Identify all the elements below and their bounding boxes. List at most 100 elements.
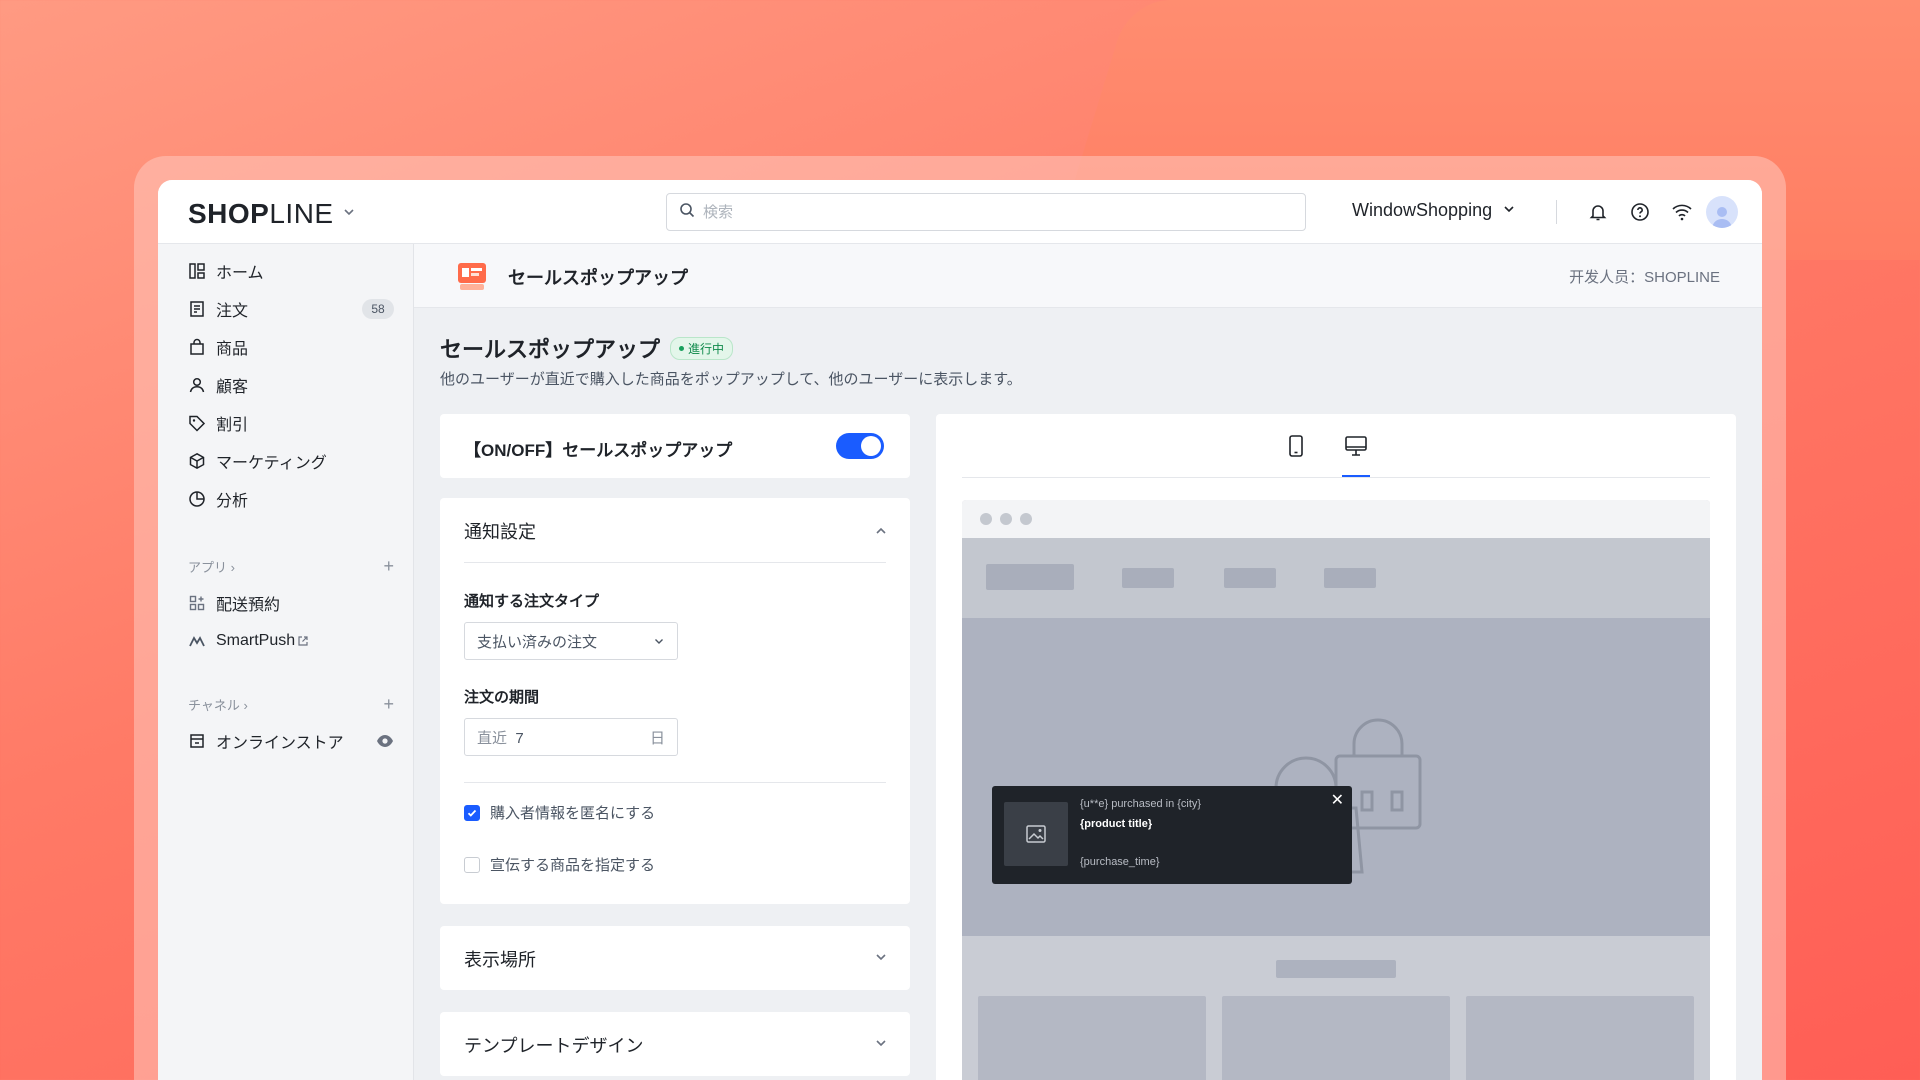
home-icon: [189, 263, 205, 279]
sidebar-item-online-store[interactable]: オンラインストア: [188, 726, 394, 756]
chevron-down-icon: [655, 639, 663, 644]
bell-icon[interactable]: [1586, 200, 1610, 224]
apps-header-link[interactable]: アプリ ›: [188, 557, 235, 576]
sidebar-item-delivery-reservation[interactable]: 配送預約: [188, 588, 394, 618]
search-input[interactable]: [703, 203, 1283, 221]
sidebar: ホーム 注文 58 商品 顧客 割引 マーケティング 分析 アプリ › + 配送…: [158, 244, 414, 1080]
chevron-right-icon: ›: [243, 697, 248, 713]
sales-popup-toggle[interactable]: [836, 433, 884, 459]
eye-icon[interactable]: [376, 732, 394, 750]
order-count-badge: 58: [362, 299, 394, 319]
mock-menu-item: [1224, 568, 1276, 588]
anonymize-checkbox[interactable]: [464, 804, 480, 821]
toggle-label: 【ON/OFF】セールスポップアップ: [464, 441, 733, 460]
cube-icon: [189, 452, 205, 470]
template-design-header: テンプレートデザイン: [464, 1036, 644, 1056]
window-dot: [980, 513, 992, 525]
order-type-value: 支払い済みの注文: [477, 633, 598, 651]
sidebar-item-products[interactable]: 商品: [188, 332, 394, 362]
search-icon: [679, 202, 695, 223]
mock-section-title: [1276, 960, 1396, 978]
mock-hero: {u**e} purchased in {city} {product titl…: [962, 618, 1710, 936]
smartpush-icon: [189, 636, 205, 647]
notification-settings-header[interactable]: 通知設定: [464, 518, 536, 544]
sidebar-item-label: 商品: [216, 341, 249, 358]
chevron-down-icon: [342, 205, 356, 224]
mock-product-card: [1222, 996, 1450, 1080]
chevron-down-icon: [876, 1040, 886, 1047]
mock-product-card: [978, 996, 1206, 1080]
apps-section-header: アプリ › +: [188, 556, 394, 576]
specify-products-checkbox[interactable]: [464, 856, 480, 873]
product-image-placeholder: [1004, 802, 1068, 866]
template-design-card[interactable]: テンプレートデザイン: [440, 1012, 910, 1076]
shopline-logo[interactable]: SHOPLINE: [188, 198, 356, 230]
channels-header-link[interactable]: チャネル ›: [188, 695, 248, 714]
sidebar-item-label: 顧客: [216, 379, 249, 396]
sidebar-item-discounts[interactable]: 割引: [188, 408, 394, 438]
order-period-input[interactable]: 直近 7 日: [464, 718, 678, 756]
top-bar: SHOPLINE WindowShopping: [158, 180, 1762, 244]
sidebar-item-customers[interactable]: 顧客: [188, 370, 394, 400]
storefront-preview: {u**e} purchased in {city} {product titl…: [962, 500, 1710, 1080]
sidebar-item-home[interactable]: ホーム: [188, 256, 394, 286]
sidebar-item-label: SmartPush: [216, 632, 296, 649]
sidebar-item-marketing[interactable]: マーケティング: [188, 446, 394, 476]
chevron-down-icon: [1502, 200, 1516, 221]
status-badge: 進行中: [670, 336, 734, 360]
period-unit: 日: [649, 729, 665, 747]
window-dot: [1000, 513, 1012, 525]
content-title-text: セールスポップアップ: [440, 337, 661, 362]
sidebar-item-label: オンラインストア: [216, 735, 344, 752]
period-prefix: 直近: [477, 729, 508, 747]
logo-light: LINE: [269, 198, 334, 229]
specify-products-checkbox-row[interactable]: 宣伝する商品を指定する: [464, 854, 655, 875]
orders-icon: [190, 301, 204, 317]
user-icon: [189, 377, 205, 393]
external-link-icon: [298, 636, 308, 646]
period-value: 7: [515, 729, 524, 747]
order-type-select[interactable]: 支払い済みの注文: [464, 622, 678, 660]
image-icon: [1026, 825, 1046, 843]
add-app-icon[interactable]: +: [383, 556, 394, 577]
anonymize-label: 購入者情報を匿名にする: [490, 805, 656, 822]
store-name: WindowShopping: [1352, 200, 1493, 220]
mobile-icon: [1289, 435, 1303, 457]
avatar[interactable]: [1706, 196, 1738, 228]
preview-card: {u**e} purchased in {city} {product titl…: [936, 414, 1736, 1080]
status-label: 進行中: [688, 341, 725, 356]
sidebar-item-orders[interactable]: 注文 58: [188, 294, 394, 324]
popup-purchase-line: {u**e} purchased in {city}: [1080, 798, 1202, 810]
store-switcher[interactable]: WindowShopping: [1352, 200, 1516, 221]
logo-bold: SHOP: [188, 198, 270, 229]
anonymize-checkbox-row[interactable]: 購入者情報を匿名にする: [464, 802, 655, 823]
window-dot: [1020, 513, 1032, 525]
mobile-preview-tab[interactable]: [1282, 432, 1310, 460]
sidebar-item-smartpush[interactable]: SmartPush: [188, 626, 394, 656]
search-box[interactable]: [666, 193, 1306, 231]
display-location-card[interactable]: 表示場所: [440, 926, 910, 990]
desktop-icon: [1345, 436, 1367, 456]
channels-header-label: チャネル: [188, 697, 240, 713]
add-channel-icon[interactable]: +: [383, 694, 394, 715]
popup-product-title: {product title}: [1080, 818, 1153, 830]
chevron-up-icon[interactable]: [874, 524, 888, 538]
chart-icon: [189, 491, 205, 507]
close-icon[interactable]: ✕: [1331, 790, 1344, 810]
mock-product-section: [962, 936, 1710, 1080]
sidebar-item-label: 配送預約: [216, 597, 281, 614]
sales-popup-app-icon: [456, 260, 488, 292]
divider: [464, 562, 886, 563]
sidebar-item-analytics[interactable]: 分析: [188, 484, 394, 514]
chevron-down-icon: [876, 954, 886, 961]
order-period-label: 注文の期間: [464, 689, 540, 706]
apps-icon: [189, 595, 205, 611]
wifi-icon[interactable]: [1670, 200, 1694, 224]
sales-popup-preview: {u**e} purchased in {city} {product titl…: [992, 786, 1352, 884]
help-icon[interactable]: [1628, 200, 1652, 224]
bag-icon: [190, 338, 204, 355]
desktop-preview-tab[interactable]: [1342, 432, 1370, 477]
channels-section-header: チャネル › +: [188, 694, 394, 714]
order-type-label: 通知する注文タイプ: [464, 593, 600, 610]
toggle-card: 【ON/OFF】セールスポップアップ: [440, 414, 910, 478]
